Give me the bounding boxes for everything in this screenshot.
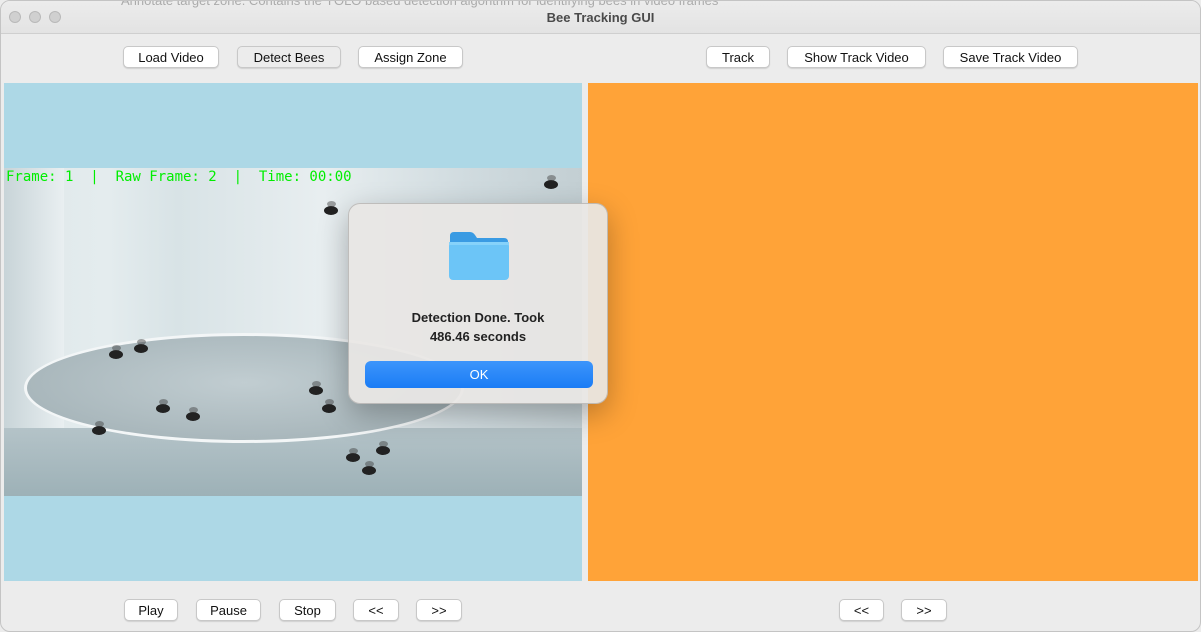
track-button[interactable]: Track <box>706 46 770 68</box>
track-video-pane <box>588 83 1198 581</box>
bee <box>92 421 106 435</box>
title-bar: Annotate target zone. Contains the YOLO … <box>1 1 1200 34</box>
folder-icon <box>449 232 509 280</box>
play-button[interactable]: Play <box>124 599 178 621</box>
show-track-video-button[interactable]: Show Track Video <box>787 46 926 68</box>
bee <box>376 441 390 455</box>
bee <box>544 175 558 189</box>
detection-done-dialog: Detection Done. Took 486.46 seconds OK <box>348 203 608 404</box>
detect-bees-button[interactable]: Detect Bees <box>237 46 341 68</box>
pause-button[interactable]: Pause <box>196 599 261 621</box>
bee <box>362 461 376 475</box>
bee <box>186 407 200 421</box>
dialog-message: Detection Done. Took 486.46 seconds <box>349 308 607 346</box>
window-title: Bee Tracking GUI <box>546 10 655 25</box>
dialog-message-line-2: 486.46 seconds <box>429 329 527 344</box>
save-track-video-button[interactable]: Save Track Video <box>943 46 1078 68</box>
app-window: Annotate target zone. Contains the YOLO … <box>0 0 1201 632</box>
bee <box>324 201 338 215</box>
load-video-button[interactable]: Load Video <box>123 46 219 68</box>
bee <box>309 381 323 395</box>
ok-button[interactable]: OK <box>365 361 593 388</box>
source-next-frame-button[interactable]: >> <box>416 599 462 621</box>
track-next-frame-button[interactable]: >> <box>901 599 947 621</box>
bee <box>322 399 336 413</box>
track-prev-frame-button[interactable]: << <box>839 599 884 621</box>
dialog-message-line-1: Detection Done. Took <box>411 310 545 325</box>
background-window-text: Annotate target zone. Contains the YOLO … <box>121 0 719 8</box>
frame-info-overlay: Frame: 1 | Raw Frame: 2 | Time: 00:00 <box>6 169 352 185</box>
assign-zone-button[interactable]: Assign Zone <box>358 46 463 68</box>
stop-button[interactable]: Stop <box>279 599 336 621</box>
bee <box>109 345 123 359</box>
bee <box>346 448 360 462</box>
bee <box>134 339 148 353</box>
source-prev-frame-button[interactable]: << <box>353 599 399 621</box>
bee <box>156 399 170 413</box>
